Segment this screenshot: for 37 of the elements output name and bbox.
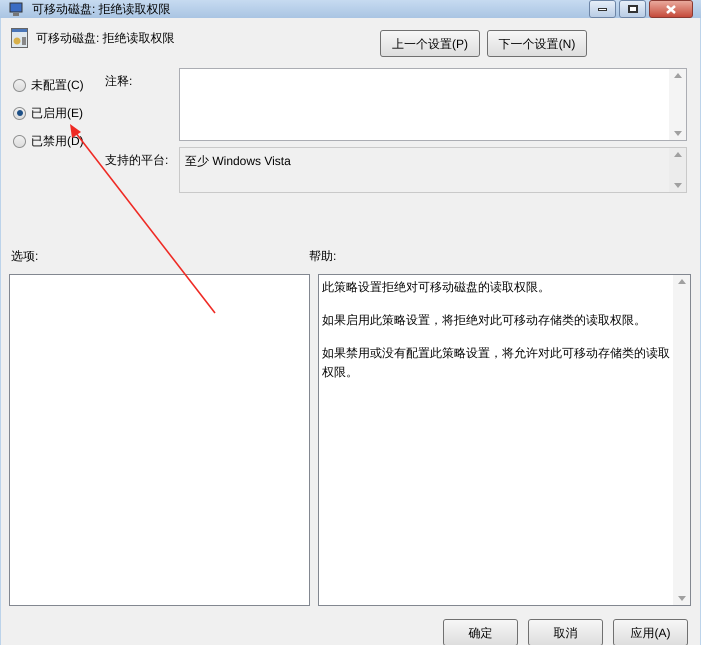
close-icon — [666, 4, 676, 14]
options-label: 选项: — [10, 248, 40, 265]
scroll-up-icon[interactable] — [678, 279, 686, 284]
scroll-down-icon[interactable] — [674, 131, 682, 136]
policy-title: 可移动磁盘: 拒绝读取权限 — [36, 30, 175, 47]
close-button[interactable] — [649, 0, 693, 18]
radio-button[interactable] — [13, 78, 26, 92]
computer-icon — [8, 1, 24, 17]
policy-icon — [11, 28, 28, 48]
scroll-up-icon[interactable] — [674, 73, 682, 78]
scroll-up-icon[interactable] — [674, 152, 682, 157]
comment-field[interactable] — [179, 68, 687, 141]
radio-label: 未配置(C) — [31, 77, 84, 94]
scroll-down-icon[interactable] — [678, 596, 686, 601]
help-label: 帮助: — [309, 248, 336, 265]
comment-label: 注释: — [105, 73, 134, 90]
window-title: 可移动磁盘: 拒绝读取权限 — [32, 1, 171, 18]
maximize-button[interactable] — [619, 0, 646, 18]
radio-label: 已启用(E) — [31, 105, 83, 122]
dialog-button[interactable]: 确定 — [443, 619, 518, 645]
dialog-button[interactable]: 应用(A) — [613, 619, 688, 645]
scrollbar[interactable] — [669, 69, 686, 140]
help-text: 如果启用此策略设置，将拒绝对此可移动存储类的读取权限。 — [322, 312, 647, 329]
platform-label: 支持的平台: — [105, 152, 170, 169]
scrollbar[interactable] — [669, 148, 686, 192]
scrollbar[interactable] — [673, 275, 690, 605]
radio-button[interactable] — [13, 106, 26, 120]
help-text: 如果禁用或没有配置此策略设置，将允许对此可移动存储类的读取权限。 — [322, 345, 670, 381]
radio-label: 已禁用(D) — [31, 133, 84, 150]
scroll-down-icon[interactable] — [674, 183, 682, 188]
radio-button[interactable] — [13, 134, 26, 148]
platform-value: 至少 Windows Vista — [185, 154, 291, 168]
dialog-button[interactable]: 取消 — [528, 619, 603, 645]
setting-nav-button[interactable]: 下一个设置(N) — [487, 30, 587, 57]
setting-nav-button[interactable]: 上一个设置(P) — [380, 30, 480, 57]
minimize-button[interactable] — [589, 0, 616, 18]
help-text: 此策略设置拒绝对可移动磁盘的读取权限。 — [322, 279, 551, 296]
